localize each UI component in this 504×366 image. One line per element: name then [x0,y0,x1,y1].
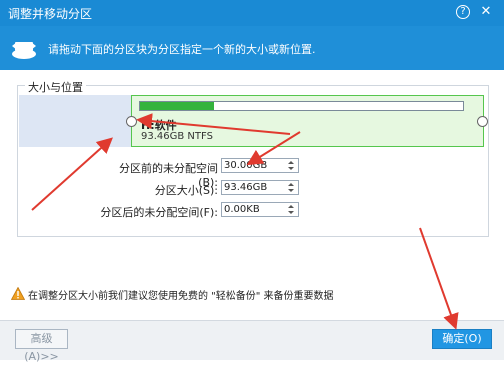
move-partition-icon [12,42,36,59]
annotation-arrow-ok [419,227,459,330]
group-label: 大小与位置 [25,79,86,95]
instruction-text: 请拖动下面的分区块为分区指定一个新的大小或新位置. [48,43,316,56]
unallocated-before-value: 30.00GB [224,160,268,171]
unallocated-after-field[interactable]: 0.00KB [221,202,299,217]
partition-size: 93.46GB NTFS [141,131,213,142]
warning-text: 在调整分区大小前我们建议您使用免费的 "轻松备份" 来备份重要数据 [28,291,334,302]
left-resize-handle[interactable] [126,116,137,127]
unallocated-before-spinner[interactable] [288,159,296,172]
instruction-banner: 请拖动下面的分区块为分区指定一个新的大小或新位置. [0,26,504,70]
partition-size-label: 分区大小(S): [154,184,218,197]
button-bar [0,320,504,360]
unallocated-before-field[interactable]: 30.00GB [221,158,299,173]
spin-down-icon[interactable] [288,211,294,214]
unallocated-after-value: 0.00KB [224,204,260,215]
spin-up-icon[interactable] [288,183,294,186]
advanced-button[interactable]: 高级(A)>> [15,329,68,363]
spin-down-icon[interactable] [288,189,294,192]
right-resize-handle[interactable] [477,116,488,127]
unallocated-after-spinner[interactable] [288,203,296,216]
usage-bar [139,101,464,111]
unallocated-space-before[interactable] [19,95,131,147]
warning-icon [11,287,25,300]
spin-up-icon[interactable] [288,205,294,208]
partition-size-field[interactable]: 93.46GB [221,180,299,195]
ok-button[interactable]: 确定(O) [432,329,492,349]
title-bar: 调整并移动分区 ? ✕ [0,0,504,26]
window-title: 调整并移动分区 [8,7,93,21]
usage-bar-fill [140,102,215,110]
unallocated-after-label: 分区后的未分配空间(F): [100,206,218,219]
partition-size-value: 93.46GB [224,182,268,193]
help-icon[interactable]: ? [456,5,470,19]
close-icon[interactable]: ✕ [479,5,493,19]
partition-size-spinner[interactable] [288,181,296,194]
spin-down-icon[interactable] [288,167,294,170]
spin-up-icon[interactable] [288,161,294,164]
